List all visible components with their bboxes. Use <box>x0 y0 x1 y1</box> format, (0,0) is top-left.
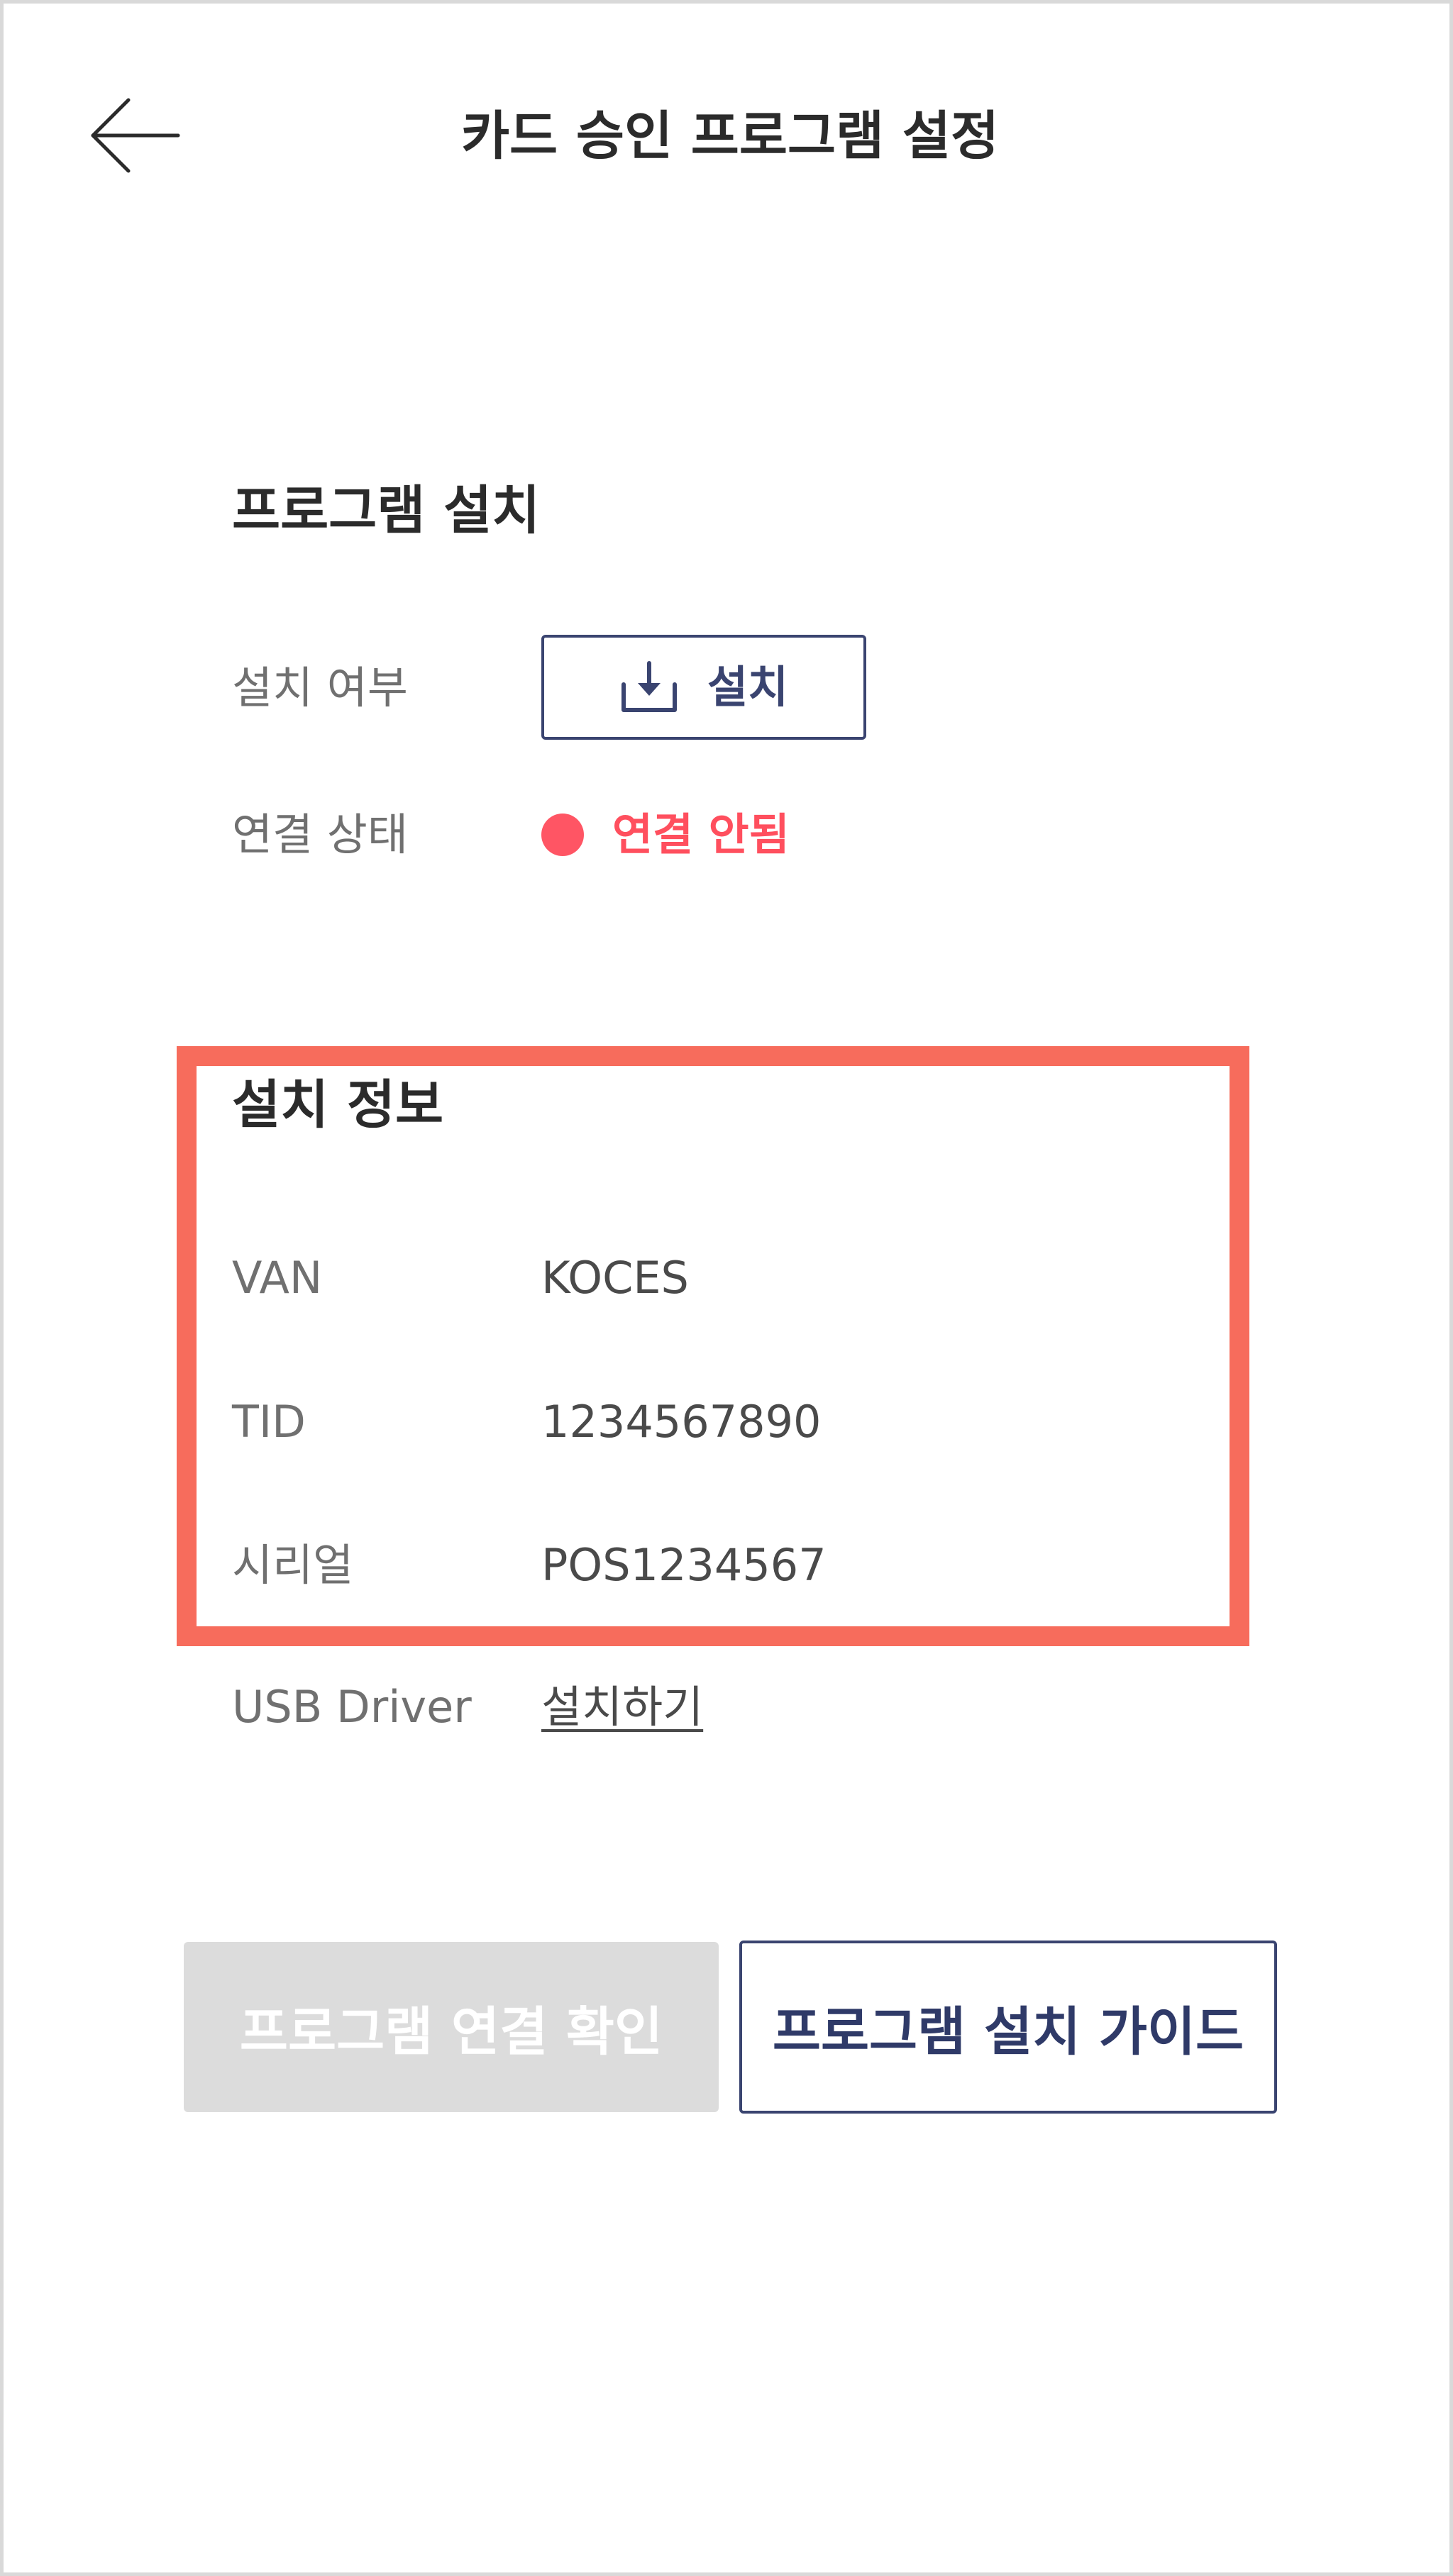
download-icon <box>621 661 677 712</box>
install-button-label: 설치 <box>707 661 789 713</box>
tid-value: 1234567890 <box>541 1396 822 1448</box>
page-title: 카드 승인 프로그램 설정 <box>460 106 1000 167</box>
usb-driver-label: USB Driver <box>232 1681 472 1733</box>
app-screen: 카드 승인 프로그램 설정 프로그램 설치 설치 여부 설치 연결 상태 연결 … <box>0 0 1453 2576</box>
usb-driver-install-link[interactable]: 설치하기 <box>541 1675 703 1739</box>
install-guide-button[interactable]: 프로그램 설치 가이드 <box>739 1941 1277 2114</box>
tid-label: TID <box>232 1396 306 1448</box>
section-title-install-info: 설치 정보 <box>232 1075 444 1136</box>
van-label: VAN <box>232 1252 323 1304</box>
serial-value: POS1234567 <box>541 1539 827 1591</box>
serial-label: 시리얼 <box>232 1539 354 1591</box>
status-indicator-dot <box>541 814 584 856</box>
install-status-label: 설치 여부 <box>232 662 408 714</box>
install-button[interactable]: 설치 <box>541 635 866 740</box>
connection-status-label: 연결 상태 <box>232 809 408 860</box>
check-connection-button[interactable]: 프로그램 연결 확인 <box>184 1942 719 2112</box>
van-value: KOCES <box>541 1252 689 1304</box>
section-title-program-install: 프로그램 설치 <box>232 480 541 541</box>
connection-status-value: 연결 안됨 <box>612 809 790 860</box>
